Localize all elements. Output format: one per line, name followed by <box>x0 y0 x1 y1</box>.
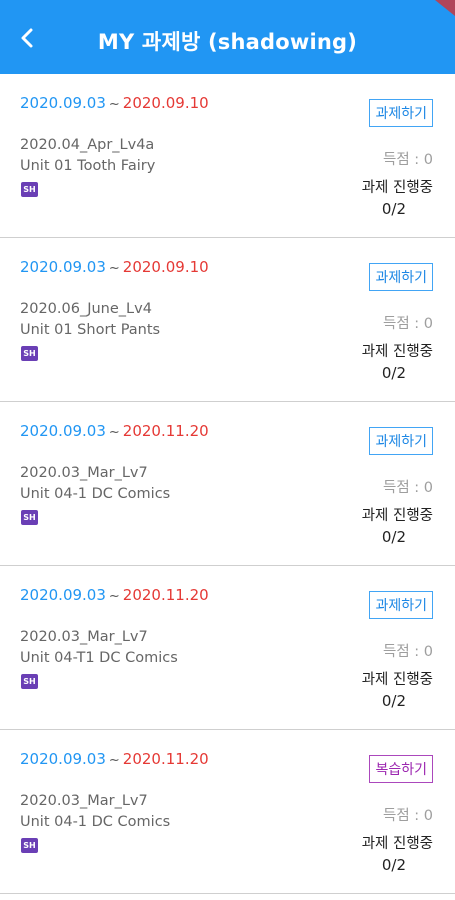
score-text: 득점 : 0 <box>382 808 433 824</box>
end-date: 2020.09.10 <box>122 94 209 112</box>
list-item: 2020.09.03 ~2020.11.20 2020.03_Mar_Lv7 Un… <box>0 730 455 894</box>
date-separator: ~ <box>108 261 120 276</box>
shadowing-badge: SH <box>21 510 38 525</box>
course-info: 2020.03_Mar_Lv7 Unit 04-T1 DC Comics <box>20 627 178 669</box>
date-separator: ~ <box>108 589 120 604</box>
course-name: 2020.04_Apr_Lv4a <box>20 137 155 153</box>
score-text: 득점 : 0 <box>382 152 433 168</box>
shadowing-badge: SH <box>21 674 38 689</box>
date-range: 2020.09.03 ~2020.11.20 <box>20 586 209 604</box>
status-text: 과제 진행중 <box>361 672 433 688</box>
start-date: 2020.09.03 <box>20 750 106 768</box>
assignment-button[interactable]: 과제하기 <box>369 263 433 291</box>
end-date: 2020.09.10 <box>122 258 209 276</box>
start-date: 2020.09.03 <box>20 258 106 276</box>
date-range: 2020.09.03 ~2020.11.20 <box>20 750 209 768</box>
shadowing-badge: SH <box>21 838 38 853</box>
start-date: 2020.09.03 <box>20 94 106 112</box>
review-button[interactable]: 복습하기 <box>369 755 433 783</box>
unit-name: Unit 04-T1 DC Comics <box>20 650 178 666</box>
start-date: 2020.09.03 <box>20 586 106 604</box>
course-name: 2020.06_June_Lv4 <box>20 301 152 317</box>
progress-text: 0/2 <box>381 200 406 218</box>
assignment-button[interactable]: 과제하기 <box>369 99 433 127</box>
date-separator: ~ <box>108 425 120 440</box>
end-date: 2020.11.20 <box>122 586 209 604</box>
unit-name: Unit 04-1 DC Comics <box>20 486 171 502</box>
date-separator: ~ <box>108 97 120 112</box>
page-title: MY 과제방 (shadowing) <box>97 30 358 54</box>
date-separator: ~ <box>108 753 120 768</box>
corner-decoration <box>435 0 455 16</box>
status-text: 과제 진행중 <box>361 836 433 852</box>
list-item: 2020.09.03 ~2020.09.10 2020.04_Apr_Lv4a U… <box>0 74 455 238</box>
progress-text: 0/2 <box>381 528 406 546</box>
status-text: 과제 진행중 <box>361 508 433 524</box>
unit-name: Unit 01 Short Pants <box>20 322 161 338</box>
start-date: 2020.09.03 <box>20 422 106 440</box>
progress-text: 0/2 <box>381 692 406 710</box>
assignment-button[interactable]: 과제하기 <box>369 427 433 455</box>
course-info: 2020.04_Apr_Lv4a Unit 01 Tooth Fairy <box>20 135 155 177</box>
assignment-list: 2020.09.03 ~2020.09.10 2020.04_Apr_Lv4a U… <box>0 74 455 894</box>
score-text: 득점 : 0 <box>382 316 433 332</box>
score-text: 득점 : 0 <box>382 480 433 496</box>
course-info: 2020.06_June_Lv4 Unit 01 Short Pants <box>20 299 160 341</box>
end-date: 2020.11.20 <box>122 750 209 768</box>
list-item: 2020.09.03 ~2020.09.10 2020.06_June_Lv4 U… <box>0 238 455 402</box>
course-name: 2020.03_Mar_Lv7 <box>20 465 148 481</box>
course-name: 2020.03_Mar_Lv7 <box>20 793 148 809</box>
list-item: 2020.09.03 ~2020.11.20 2020.03_Mar_Lv7 Un… <box>0 566 455 730</box>
date-range: 2020.09.03 ~2020.09.10 <box>20 258 209 276</box>
end-date: 2020.11.20 <box>122 422 209 440</box>
date-range: 2020.09.03 ~2020.11.20 <box>20 422 209 440</box>
app-bar: MY 과제방 (shadowing) <box>0 0 455 74</box>
list-item: 2020.09.03 ~2020.11.20 2020.03_Mar_Lv7 Un… <box>0 402 455 566</box>
status-text: 과제 진행중 <box>361 344 433 360</box>
course-info: 2020.03_Mar_Lv7 Unit 04-1 DC Comics <box>20 463 170 505</box>
shadowing-badge: SH <box>21 346 38 361</box>
course-info: 2020.03_Mar_Lv7 Unit 04-1 DC Comics <box>20 791 170 833</box>
unit-name: Unit 04-1 DC Comics <box>20 814 171 830</box>
progress-text: 0/2 <box>381 856 406 874</box>
date-range: 2020.09.03 ~2020.09.10 <box>20 94 209 112</box>
course-name: 2020.03_Mar_Lv7 <box>20 629 148 645</box>
shadowing-badge: SH <box>21 182 38 197</box>
assignment-button[interactable]: 과제하기 <box>369 591 433 619</box>
unit-name: Unit 01 Tooth Fairy <box>20 158 156 174</box>
score-text: 득점 : 0 <box>382 644 433 660</box>
progress-text: 0/2 <box>381 364 406 382</box>
status-text: 과제 진행중 <box>361 180 433 196</box>
